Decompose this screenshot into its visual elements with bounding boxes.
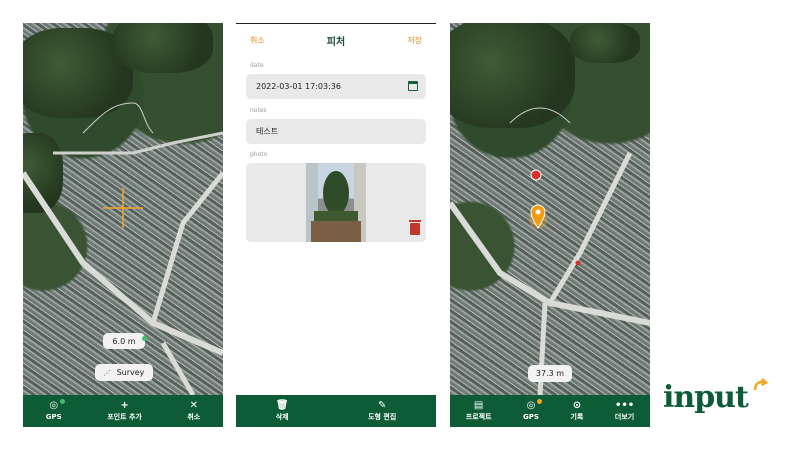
survey-button[interactable]: ⋰ Survey (95, 364, 153, 381)
gps-icon: ◎ (526, 400, 536, 411)
calendar-icon[interactable] (408, 81, 418, 91)
photo-field (246, 163, 426, 242)
date-label: date (250, 62, 264, 69)
more-icon: ••• (614, 400, 635, 411)
edit-geometry-button[interactable]: ✎ 도형 편집 (368, 401, 396, 421)
bottom-toolbar: ◎ GPS + 포인트 추가 ✕ 취소 (23, 395, 223, 427)
main-bottom-toolbar: ▤ 프로젝트 ◎ GPS ⊙ 기록 ••• 더보기 (450, 395, 650, 427)
survey-icon: ⋰ (103, 368, 111, 377)
form-title: 피처 (326, 37, 346, 48)
trash-icon: 🗑 (275, 400, 289, 411)
delete-label: 삭제 (275, 413, 289, 421)
survey-label: Survey (116, 368, 145, 377)
form-header: 취소 피처 저장 (236, 32, 436, 50)
gps-status-dot (59, 399, 65, 404)
screen-map-record: 6.0 m ⋰ Survey ◎ GPS + 포인트 추가 ✕ 취소 (23, 23, 223, 427)
pencil-icon: ✎ (377, 400, 387, 411)
delete-photo-icon[interactable] (409, 220, 421, 235)
logo-arrow-icon (753, 378, 768, 391)
close-icon: ✕ (189, 400, 198, 411)
distance-readout: 37.3 m (528, 365, 572, 382)
date-value: 2022-03-01 17:03:36 (256, 82, 341, 91)
screen-feature-form: 취소 피처 저장 date 2022-03-01 17:03:36 notes … (236, 23, 436, 427)
screen-map-view: 37.3 m ▤ 프로젝트 ◎ GPS ⊙ 기록 ••• 더보기 (450, 23, 650, 427)
logo-text: input (663, 380, 749, 415)
notes-label: notes (250, 107, 267, 114)
form-save-button[interactable]: 저장 (407, 35, 422, 46)
gps-label: GPS (523, 413, 539, 421)
distance-readout: 6.0 m (103, 333, 147, 349)
record-label: 기록 (570, 413, 584, 421)
map-icon: ▤ (473, 400, 484, 411)
gps-button[interactable]: ◎ GPS (45, 399, 65, 421)
distance-value: 6.0 m (112, 336, 136, 346)
form-bottom-toolbar: 🗑 삭제 ✎ 도형 편집 (236, 395, 436, 427)
edit-geometry-label: 도형 편집 (368, 413, 397, 421)
gps-status-dot (142, 336, 147, 341)
date-field[interactable]: 2022-03-01 17:03:36 (246, 74, 426, 99)
distance-value: 37.3 m (535, 369, 565, 378)
record-button[interactable]: ⊙ 기록 (570, 401, 583, 421)
projects-button[interactable]: ▤ 프로젝트 (466, 401, 492, 421)
photo-thumbnail[interactable] (306, 163, 366, 242)
notes-value: 테스트 (256, 127, 279, 136)
record-icon: ⊙ (572, 400, 582, 411)
input-logo: input (663, 380, 749, 415)
more-label: 더보기 (614, 413, 635, 421)
plus-icon: + (120, 400, 129, 411)
gps-icon: ◎ (49, 400, 59, 411)
photo-label: photo (250, 151, 268, 158)
gps-status-dot (536, 399, 542, 404)
delete-button[interactable]: 🗑 삭제 (276, 401, 289, 421)
gps-button[interactable]: ◎ GPS (523, 399, 542, 421)
satellite-map[interactable] (450, 23, 650, 395)
cancel-button[interactable]: ✕ 취소 (187, 401, 200, 421)
gps-label: GPS (45, 413, 62, 421)
add-point-button[interactable]: + 포인트 추가 (107, 401, 142, 421)
notes-field[interactable]: 테스트 (246, 119, 426, 144)
more-button[interactable]: ••• 더보기 (615, 401, 634, 421)
add-point-label: 포인트 추가 (107, 413, 142, 421)
cancel-label: 취소 (187, 413, 201, 421)
projects-label: 프로젝트 (465, 413, 492, 421)
